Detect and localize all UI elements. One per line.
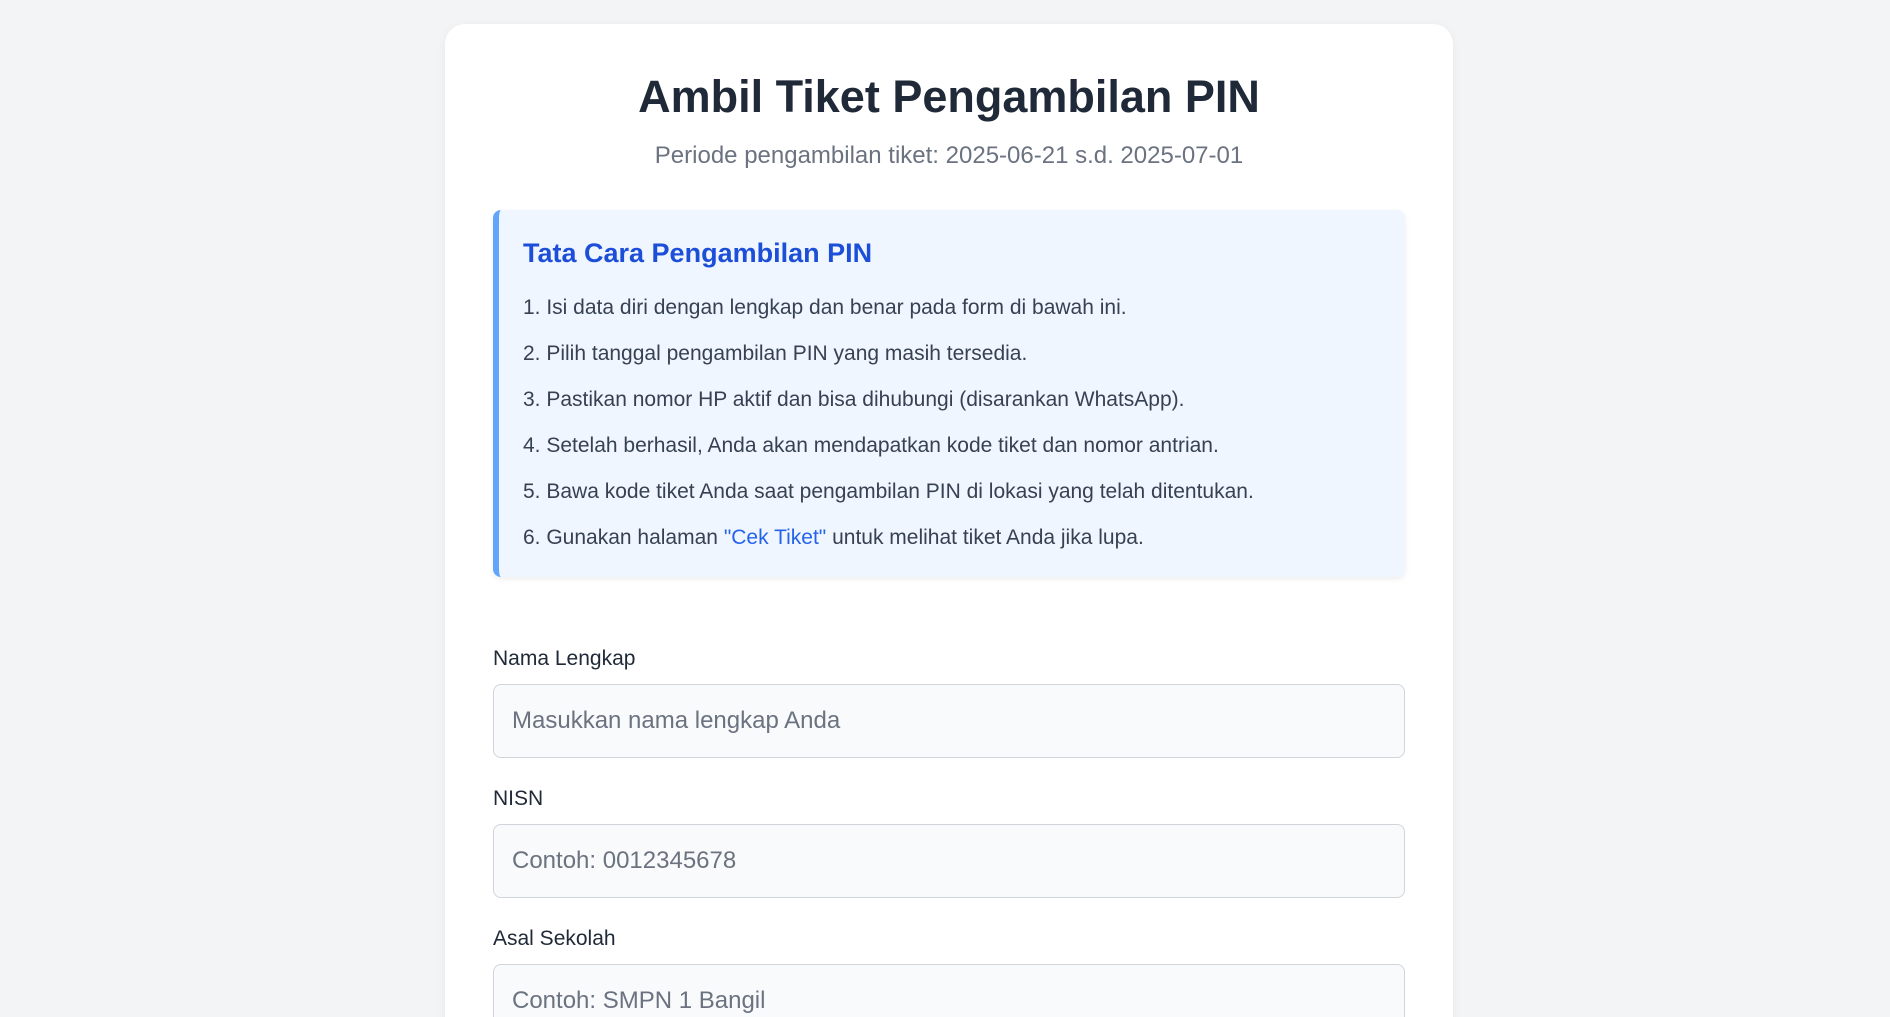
instruction-step-2: 2. Pilih tanggal pengambilan PIN yang ma…: [523, 342, 1028, 365]
ticket-period-text: Periode pengambilan tiket: 2025-06-21 s.…: [654, 141, 1244, 169]
instructions-box: Tata Cara Pengambilan PIN 1. Isi data di…: [493, 210, 1405, 577]
instructions-title: Tata Cara Pengambilan PIN: [523, 238, 873, 268]
instruction-step-1: 1. Isi data diri dengan lengkap dan bena…: [523, 296, 1127, 319]
asal-sekolah-label: Asal Sekolah: [493, 927, 616, 950]
instruction-step-5: 5. Bawa kode tiket Anda saat pengambilan…: [523, 480, 1254, 503]
instruction-step-6-suffix: untuk melihat tiket Anda jika lupa.: [826, 526, 1144, 549]
instruction-step-4: 4. Setelah berhasil, Anda akan mendapatk…: [523, 434, 1219, 457]
page: Ambil Tiket Pengambilan PIN Periode peng…: [0, 0, 1890, 1017]
ticket-form-card: Ambil Tiket Pengambilan PIN Periode peng…: [445, 24, 1453, 1017]
nisn-label: NISN: [493, 787, 544, 810]
page-title: Ambil Tiket Pengambilan PIN: [638, 71, 1260, 122]
nisn-input[interactable]: [493, 824, 1405, 898]
nama-lengkap-field: Nama Lengkap: [493, 647, 1405, 758]
asal-sekolah-input[interactable]: [493, 964, 1405, 1017]
asal-sekolah-field: Asal Sekolah: [493, 927, 1405, 1017]
nisn-field: NISN: [493, 787, 1405, 898]
instruction-step-6-prefix: 6. Gunakan halaman: [523, 526, 724, 549]
instruction-step-6: 6. Gunakan halaman "Cek Tiket" untuk mel…: [523, 515, 1381, 561]
nama-lengkap-input[interactable]: [493, 684, 1405, 758]
nama-lengkap-label: Nama Lengkap: [493, 647, 636, 670]
instructions-list: 1. Isi data diri dengan lengkap dan bena…: [523, 285, 1381, 561]
instruction-step-3: 3. Pastikan nomor HP aktif dan bisa dihu…: [523, 388, 1185, 411]
cek-tiket-link[interactable]: "Cek Tiket": [724, 526, 826, 549]
